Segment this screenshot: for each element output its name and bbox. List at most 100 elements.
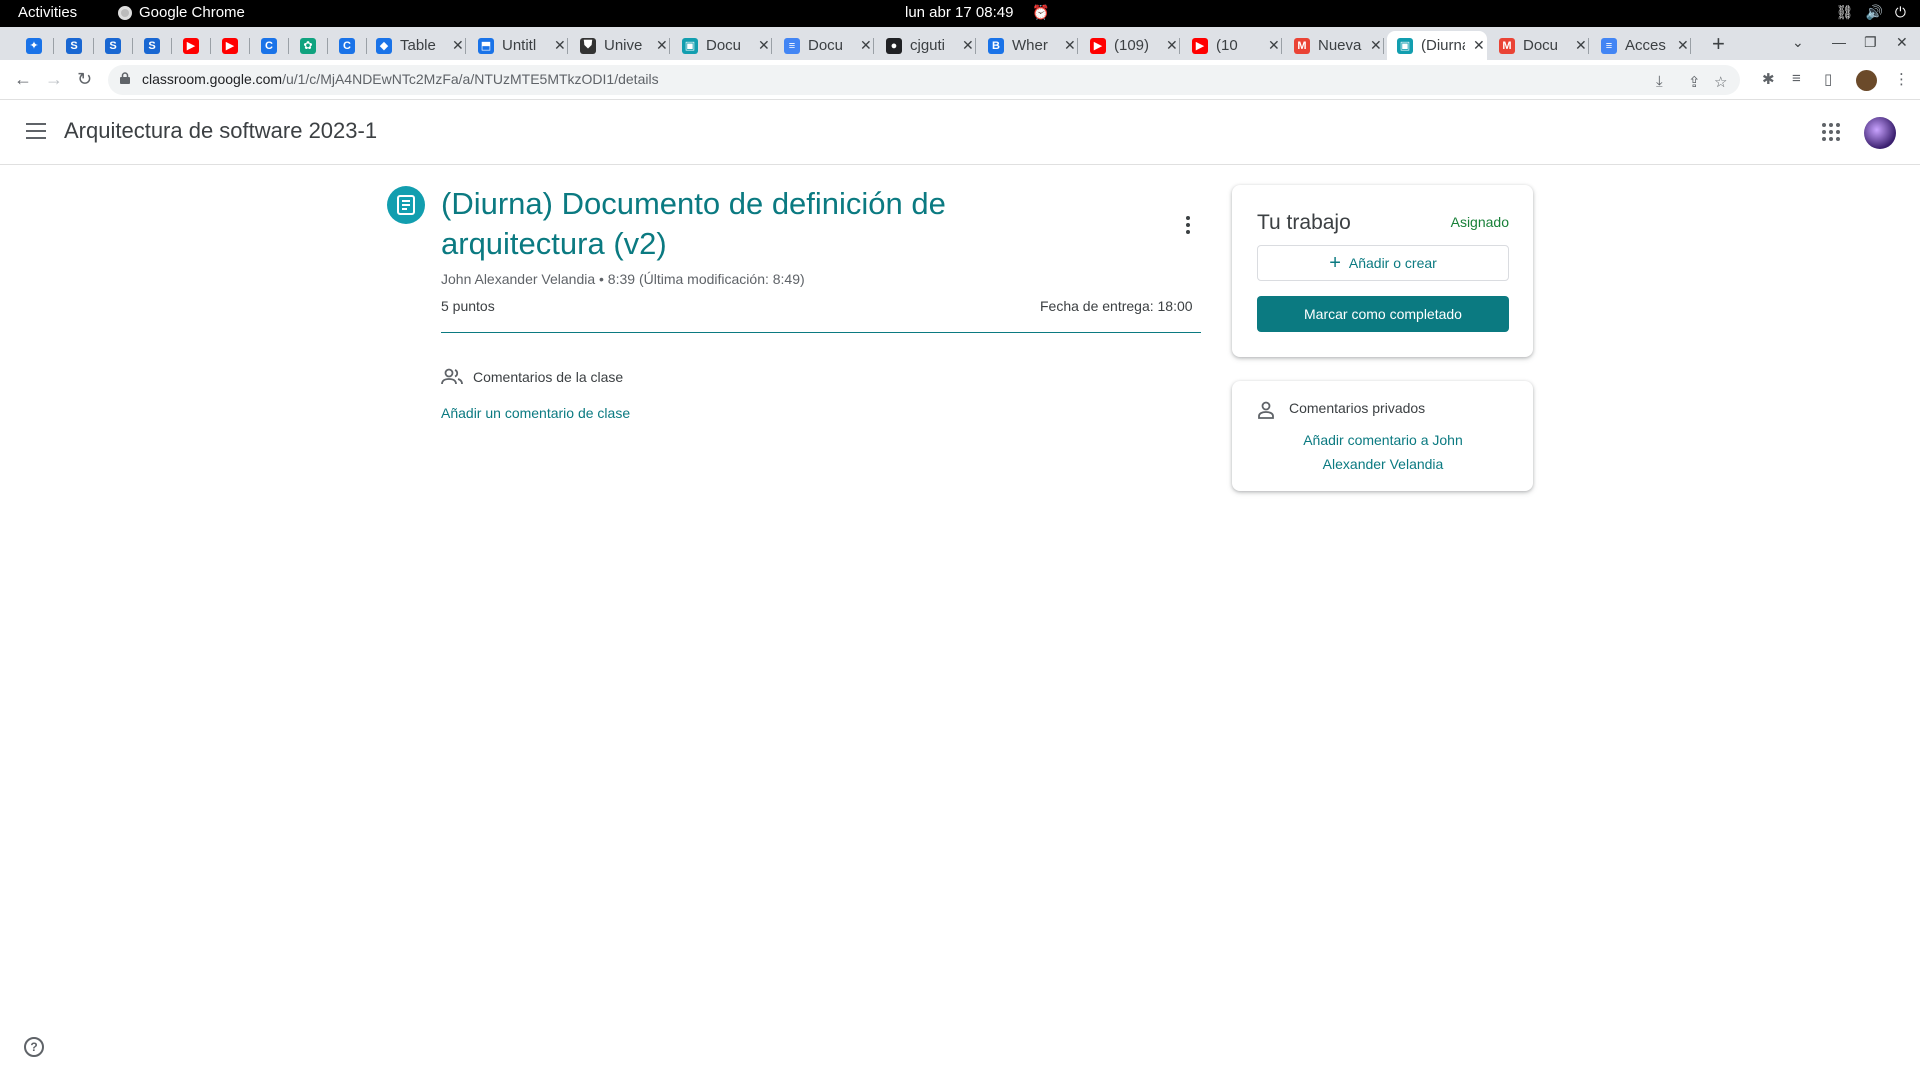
browser-tab[interactable]: M Nueva ✕ — [1284, 31, 1384, 60]
your-work-title: Tu trabajo — [1257, 211, 1351, 234]
browser-tab[interactable]: ✿ — [290, 31, 328, 60]
help-icon[interactable]: ? — [24, 1037, 44, 1057]
close-tab-icon[interactable]: ✕ — [1677, 37, 1689, 54]
google-apps-icon[interactable] — [1822, 123, 1840, 141]
docs-icon: ≡ — [784, 37, 800, 54]
browser-tab[interactable]: S — [56, 31, 94, 60]
system-tray[interactable]: ⛓ 🔊 ⏻ — [1836, 4, 1906, 21]
tab-title: Docu — [808, 37, 844, 54]
close-tab-icon[interactable]: ✕ — [1473, 37, 1485, 54]
assignment-points: 5 puntos — [441, 298, 495, 314]
youtube-icon: ▶ — [1090, 37, 1106, 54]
browser-tab[interactable]: ≡ Acces ✕ — [1591, 31, 1691, 60]
browser-toolbar: ← → ↻ classroom.google.com/u/1/c/MjA4NDE… — [0, 60, 1920, 100]
account-avatar[interactable] — [1864, 117, 1896, 149]
browser-tab[interactable]: ▣ Docu ✕ — [672, 31, 772, 60]
main-menu-icon[interactable] — [26, 123, 46, 139]
browser-tab[interactable]: ▶ — [173, 31, 211, 60]
browser-tab[interactable]: ⛊ Unive ✕ — [570, 31, 670, 60]
close-tab-icon[interactable]: ✕ — [1064, 37, 1076, 54]
share-icon[interactable]: ⇪ — [1688, 73, 1701, 91]
s-icon: S — [66, 37, 82, 54]
close-tab-icon[interactable]: ✕ — [1166, 37, 1178, 54]
app-menu[interactable]: Google Chrome — [118, 4, 245, 21]
chrome-profile-avatar[interactable] — [1856, 70, 1877, 91]
bookmark-star-icon[interactable]: ☆ — [1714, 73, 1727, 91]
browser-tab[interactable]: ▶ (109) ✕ — [1080, 31, 1180, 60]
tab-title: Table — [400, 37, 436, 54]
new-tab-button[interactable]: + — [1712, 31, 1725, 57]
close-tab-icon[interactable]: ✕ — [554, 37, 566, 54]
tab-title: Docu — [706, 37, 742, 54]
add-or-create-button[interactable]: + Añadir o crear — [1257, 245, 1509, 281]
add-or-create-label: Añadir o crear — [1348, 255, 1437, 271]
github-icon: ● — [886, 37, 902, 54]
lock-icon — [120, 72, 130, 84]
browser-tab[interactable]: ▣ (Diurna ✕ — [1387, 31, 1487, 60]
side-panel-icon[interactable]: ▯ — [1824, 70, 1832, 88]
close-tab-icon[interactable]: ✕ — [860, 37, 872, 54]
back-icon[interactable]: ← — [14, 69, 32, 90]
course-title[interactable]: Arquitectura de software 2023-1 — [64, 118, 377, 144]
close-tab-icon[interactable]: ✕ — [452, 37, 464, 54]
chrome-menu-icon[interactable]: ⋮ — [1894, 70, 1909, 88]
more-options-icon[interactable] — [1186, 216, 1190, 237]
classroom-icon: ▣ — [682, 37, 698, 54]
assignment-title: (Diurna) Documento de definición de arqu… — [441, 186, 946, 261]
tab-title: (Diurna — [1421, 37, 1465, 54]
network-icon: ⛓ — [1835, 4, 1854, 20]
close-window-icon[interactable]: ✕ — [1896, 34, 1908, 51]
close-tab-icon[interactable]: ✕ — [962, 37, 974, 54]
close-tab-icon[interactable]: ✕ — [1268, 37, 1280, 54]
browser-tab[interactable]: ▶ (10 ✕ — [1182, 31, 1282, 60]
tab-title: cjguti — [910, 37, 946, 54]
bird-icon: ✦ — [26, 37, 42, 54]
reload-icon[interactable]: ↻ — [77, 69, 92, 90]
browser-tab[interactable]: ⬒ Untitl ✕ — [468, 31, 568, 60]
browser-tab[interactable]: B Wher ✕ — [978, 31, 1078, 60]
youtube-icon: ▶ — [222, 37, 238, 54]
browser-tab[interactable]: ◆ Table ✕ — [366, 31, 466, 60]
title-divider — [441, 332, 1201, 333]
close-tab-icon[interactable]: ✕ — [1575, 37, 1587, 54]
close-tab-icon[interactable]: ✕ — [656, 37, 668, 54]
your-work-card: Tu trabajo Asignado + Añadir o crear Mar… — [1232, 185, 1533, 357]
browser-tab[interactable]: ● cjguti ✕ — [876, 31, 976, 60]
classroom-header: Arquitectura de software 2023-1 — [0, 101, 1920, 165]
add-class-comment-link[interactable]: Añadir un comentario de clase — [441, 405, 630, 421]
restore-icon[interactable]: ❐ — [1864, 34, 1877, 51]
tab-title: Wher — [1012, 37, 1048, 54]
browser-tab[interactable]: S — [95, 31, 133, 60]
url-path: /u/1/c/MjA4NDEwNTc2MzFa/a/NTUzMTE5MTkzOD… — [282, 71, 659, 87]
assignment-icon — [387, 186, 425, 224]
tab-title: (10 — [1216, 37, 1238, 54]
browser-tab[interactable]: C — [251, 31, 289, 60]
close-tab-icon[interactable]: ✕ — [758, 37, 770, 54]
private-comments-label: Comentarios privados — [1289, 400, 1426, 416]
address-bar[interactable]: classroom.google.com/u/1/c/MjA4NDEwNTc2M… — [108, 65, 1740, 95]
diamond-icon: ◆ — [376, 37, 392, 54]
browser-tab[interactable]: ▶ — [212, 31, 250, 60]
install-app-icon[interactable]: ⤓ — [1656, 73, 1663, 90]
tab-search-icon[interactable]: ⌄ — [1792, 34, 1804, 51]
browser-tab[interactable]: ✦ — [16, 31, 54, 60]
close-tab-icon[interactable]: ✕ — [1370, 37, 1382, 54]
mark-as-done-button[interactable]: Marcar como completado — [1257, 296, 1509, 332]
forward-icon[interactable]: → — [45, 69, 63, 90]
assignment-meta: John Alexander Velandia • 8:39 (Última m… — [441, 271, 805, 287]
minimize-icon[interactable]: — — [1832, 34, 1846, 50]
extensions-icon[interactable]: ✱ — [1762, 70, 1775, 88]
s-icon: S — [144, 37, 160, 54]
clock[interactable]: lun abr 17 08:49 — [905, 4, 1013, 21]
add-private-comment-link[interactable]: Añadir comentario a John Alexander Velan… — [1272, 428, 1494, 476]
browser-tab[interactable]: S — [134, 31, 172, 60]
gmail-icon: M — [1499, 37, 1515, 54]
media-controls-icon[interactable]: ≡ — [1792, 70, 1801, 87]
tab-title: Unive — [604, 37, 643, 54]
activities-button[interactable]: Activities — [18, 4, 77, 21]
c-icon: C — [261, 37, 277, 54]
browser-tab[interactable]: C — [329, 31, 367, 60]
browser-tab[interactable]: ≡ Docu ✕ — [774, 31, 874, 60]
browser-tab[interactable]: M Docu ✕ — [1489, 31, 1589, 60]
system-top-bar: Activities Google Chrome lun abr 17 08:4… — [0, 0, 1920, 27]
